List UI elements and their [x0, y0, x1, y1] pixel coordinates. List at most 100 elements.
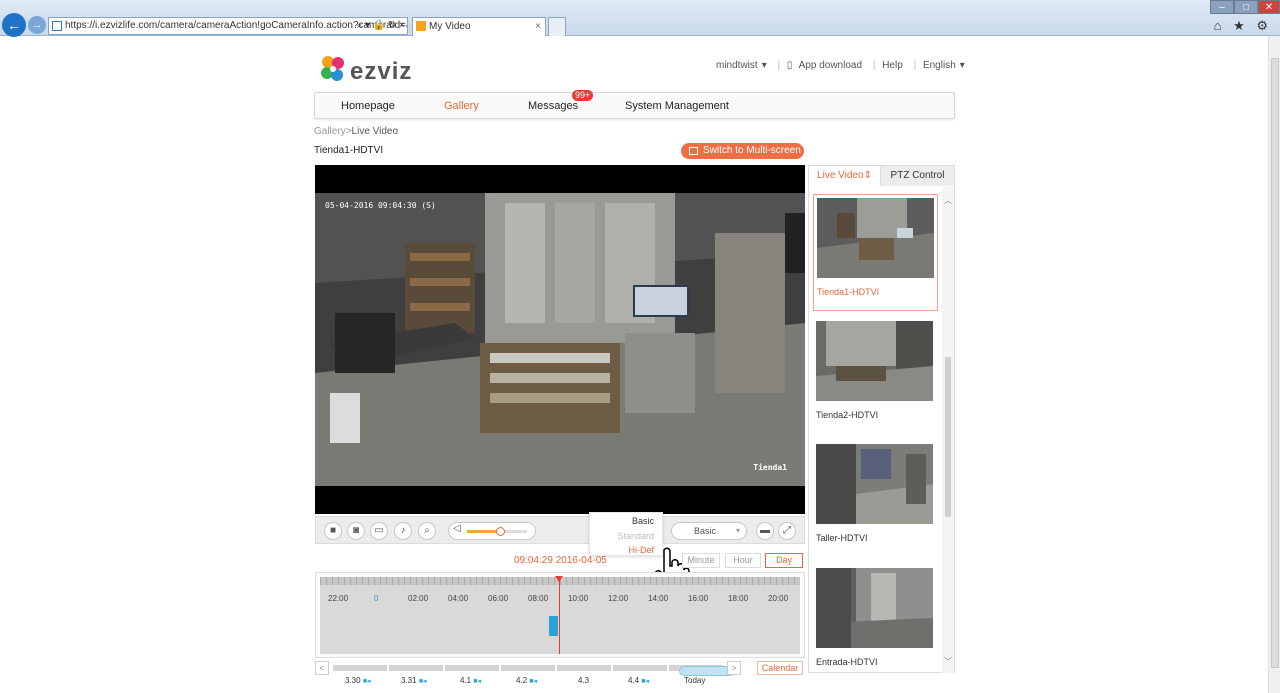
close-window-button[interactable]: ✕	[1258, 0, 1280, 14]
recording-camera-icon: ■◂	[418, 678, 427, 685]
forward-button[interactable]: →	[28, 16, 46, 34]
camera-list-item[interactable]: Tienda2-HDTVI	[813, 318, 938, 435]
sort-icon: ⇕	[863, 170, 872, 181]
new-tab-button[interactable]	[548, 17, 566, 36]
nav-system-management[interactable]: System Management	[625, 100, 729, 112]
date-segment[interactable]	[445, 665, 501, 671]
date-strip: < > 3.30 ■◂ 3.31 ■◂ 4.1 ■◂ 4.2 ■◂ 4.3 4.…	[315, 661, 741, 687]
nav-homepage[interactable]: Homepage	[341, 100, 395, 112]
record-button[interactable]: ▭	[370, 522, 388, 540]
volume-knob[interactable]	[496, 527, 505, 536]
date-segment[interactable]	[333, 665, 389, 671]
help-link[interactable]: Help	[882, 60, 903, 71]
folder-icon: ▬	[760, 525, 770, 536]
date-bar[interactable]	[333, 665, 735, 676]
minimize-button[interactable]: –	[1210, 0, 1234, 14]
quality-option-hi-def[interactable]: Hi-Def	[628, 545, 654, 555]
live-video-player[interactable]: 05-04-2016 09:04:30 (S) Tienda1	[315, 165, 805, 514]
app-download-link[interactable]: App download	[799, 60, 862, 71]
playhead-line[interactable]	[559, 577, 560, 654]
recording-camera-icon: ■◂	[473, 678, 482, 685]
toolbar-icons[interactable]: ⌂ ★ ⚙	[1214, 18, 1272, 34]
page-scrollbar-thumb[interactable]	[1271, 58, 1279, 668]
recording-camera-icon: ■◂	[362, 678, 371, 685]
date-prev-button[interactable]: <	[315, 661, 329, 675]
magnifier-icon: ⌕	[424, 525, 430, 536]
switch-multi-screen-button[interactable]: Switch to Multi-screen	[681, 143, 804, 159]
date-label: 3.31 ■◂	[401, 676, 427, 685]
recording-camera-icon: ■◂	[529, 678, 538, 685]
tab-live-video[interactable]: Live Video⇕	[809, 166, 881, 186]
zoom-button[interactable]: ⌕	[418, 522, 436, 540]
maximize-button[interactable]: □	[1234, 0, 1258, 14]
nav-gallery[interactable]: Gallery	[444, 100, 479, 112]
folder-button[interactable]: ▬	[756, 522, 774, 540]
back-button[interactable]: ←	[2, 13, 26, 37]
talk-button[interactable]: ♪	[394, 522, 412, 540]
camera-thumbnail	[816, 444, 933, 524]
divider: |	[913, 60, 917, 71]
page-scrollbar[interactable]	[1268, 36, 1280, 693]
phone-icon: ▯	[786, 60, 793, 71]
address-tools[interactable]: ⌕ ▾ 🔒 ↻ ×	[357, 18, 405, 34]
camera-list-item[interactable]: Entrada-HDTVI	[813, 565, 938, 677]
osd-camera-name: Tienda1	[753, 463, 787, 472]
nav-messages[interactable]: Messages	[528, 100, 578, 112]
volume-control[interactable]: ◁	[448, 522, 536, 540]
site-favicon-icon	[52, 21, 62, 31]
date-next-button[interactable]: >	[727, 661, 741, 675]
volume-track[interactable]	[467, 527, 527, 536]
date-label-today: Today	[684, 676, 706, 685]
user-menu[interactable]: mindtwist	[716, 60, 758, 71]
timeline-hour-label: 06:00	[488, 594, 509, 603]
camera-list-label: Tienda1-HDTVI	[817, 287, 880, 297]
timeline-hour-label: 20:00	[768, 594, 789, 603]
date-segment[interactable]	[501, 665, 557, 671]
calendar-button[interactable]: Calendar	[757, 661, 803, 675]
quality-option-standard[interactable]: Standard	[617, 531, 654, 541]
microphone-icon: ♪	[400, 525, 406, 536]
camera-list-item[interactable]: Tienda1-HDTVI	[813, 194, 938, 311]
language-select[interactable]: English	[923, 60, 956, 71]
divider: |	[872, 60, 876, 71]
tab-ptz-control[interactable]: PTZ Control	[881, 166, 954, 186]
screenshot-button[interactable]: ◙	[347, 522, 365, 540]
top-links: mindtwist ▾ | ▯ App download | Help | Eng…	[716, 60, 969, 71]
date-segment[interactable]	[613, 665, 669, 671]
divider: |	[777, 60, 781, 71]
date-label: 4.1 ■◂	[460, 676, 482, 685]
playhead-marker-icon[interactable]	[555, 576, 563, 582]
quality-select[interactable]: Basic ▾	[671, 522, 747, 540]
date-segment[interactable]	[557, 665, 613, 671]
chevron-up-icon[interactable]: ︿	[942, 195, 954, 206]
scale-day-button[interactable]: Day	[765, 553, 803, 568]
address-bar[interactable]: https://i.ezvizlife.com/camera/cameraAct…	[48, 17, 408, 35]
scale-minute-button[interactable]: Minute	[682, 553, 720, 568]
date-segment[interactable]	[389, 665, 445, 671]
camera-list-scrollbar-thumb[interactable]	[945, 357, 951, 517]
messages-badge: 99+	[572, 90, 594, 101]
breadcrumb-gallery[interactable]: Gallery	[314, 126, 346, 137]
scale-hour-button[interactable]: Hour	[725, 553, 761, 568]
camera-thumbnail	[816, 568, 933, 648]
timeline-track[interactable]: 22:00 0 02:00 04:00 06:00 08:00 10:00 12…	[320, 576, 800, 654]
timeline-hour-label: 14:00	[648, 594, 669, 603]
tab-close-icon[interactable]: ×	[535, 18, 541, 35]
camera-list-scrollbar[interactable]: ︿ ﹀	[942, 187, 954, 673]
recording-segment[interactable]	[549, 616, 558, 636]
camera-list-label: Tienda2-HDTVI	[816, 410, 879, 420]
stop-button[interactable]: ■	[324, 522, 342, 540]
osd-timestamp: 05-04-2016 09:04:30 (S)	[325, 201, 436, 210]
playback-timeline[interactable]: 22:00 0 02:00 04:00 06:00 08:00 10:00 12…	[315, 572, 805, 658]
camera-list-item[interactable]: Taller-HDTVI	[813, 441, 938, 558]
timeline-hour-label: 16:00	[688, 594, 709, 603]
camera-thumbnail	[816, 321, 933, 401]
browser-tab[interactable]: My Video ×	[412, 17, 546, 36]
chevron-down-icon[interactable]: ﹀	[942, 656, 954, 667]
tab-title: My Video	[429, 21, 471, 32]
quality-option-basic[interactable]: Basic	[632, 516, 654, 526]
main-nav: Homepage Gallery Messages System Managem…	[314, 92, 955, 119]
browser-chrome: ← → https://i.ezvizlife.com/camera/camer…	[0, 0, 1280, 37]
timeline-hour-label: 22:00	[328, 594, 349, 603]
fullscreen-button[interactable]: ⤢	[778, 522, 796, 540]
